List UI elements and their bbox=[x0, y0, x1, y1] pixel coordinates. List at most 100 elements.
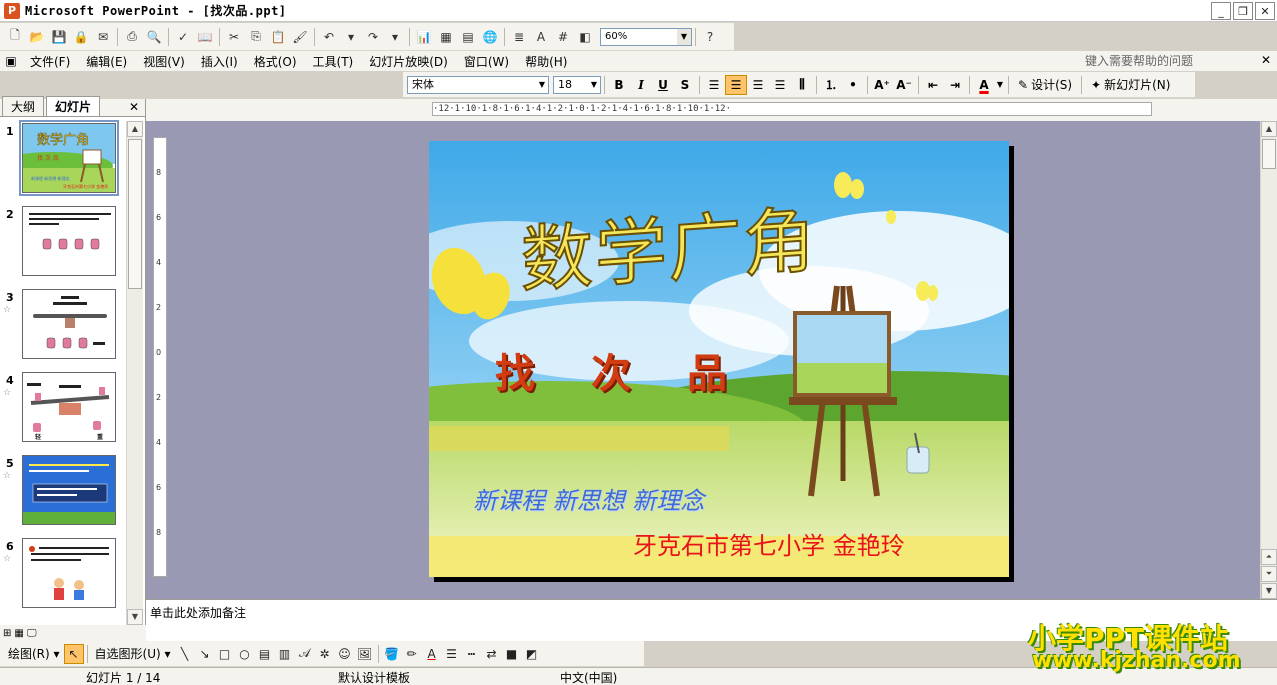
align-center-icon[interactable]: ☰ bbox=[725, 74, 747, 95]
draw-menu[interactable]: 绘图(R) ▾ bbox=[4, 645, 64, 662]
undo-icon[interactable]: ↶ bbox=[318, 26, 340, 48]
copy-icon[interactable]: ⎘ bbox=[245, 26, 267, 48]
arrow-icon[interactable]: ↘ bbox=[195, 644, 215, 664]
editor-scrollbar[interactable]: ▲ ⏶ ⏷ ▼ bbox=[1260, 121, 1277, 599]
italic-button[interactable]: I bbox=[630, 75, 652, 95]
slide-thumbnail[interactable] bbox=[22, 206, 116, 276]
font-color-icon[interactable]: A bbox=[973, 75, 995, 95]
zoom-select[interactable]: 60% ▼ bbox=[600, 27, 692, 46]
open-icon[interactable]: 📂 bbox=[26, 26, 48, 48]
font-select[interactable]: 宋体 ▼ bbox=[407, 75, 549, 94]
slide-sorter-icon[interactable]: ▦ bbox=[14, 628, 23, 639]
insert-hyperlink-icon[interactable]: 🌐 bbox=[479, 26, 501, 48]
menu-help[interactable]: 帮助(H) bbox=[517, 53, 575, 70]
print-icon[interactable]: ⎙ bbox=[121, 26, 143, 48]
slide-thumb-row[interactable]: 5 ☆ bbox=[0, 453, 126, 536]
show-grid-icon[interactable]: # bbox=[552, 26, 574, 48]
increase-indent-icon[interactable]: ⇥ bbox=[944, 75, 966, 95]
tables-borders-icon[interactable]: ▤ bbox=[457, 26, 479, 48]
design-button[interactable]: ✎ 设计(S) bbox=[1012, 76, 1078, 93]
oval-icon[interactable]: ○ bbox=[235, 644, 255, 664]
decrease-indent-icon[interactable]: ⇤ bbox=[922, 75, 944, 95]
dash-style-icon[interactable]: ┅ bbox=[462, 644, 482, 664]
justify-icon[interactable]: ☰ bbox=[769, 75, 791, 95]
save-icon[interactable]: 💾 bbox=[48, 26, 70, 48]
bullets-icon[interactable]: • bbox=[842, 75, 864, 95]
scroll-up-icon[interactable]: ▲ bbox=[1261, 121, 1277, 137]
redo-icon[interactable]: ↷ bbox=[362, 26, 384, 48]
slide-thumb-row[interactable]: 2 bbox=[0, 204, 126, 287]
permission-icon[interactable]: 🔒 bbox=[70, 26, 92, 48]
normal-view-icon[interactable]: ⊞ bbox=[3, 628, 11, 639]
document-icon[interactable]: ▣ bbox=[0, 54, 22, 68]
fill-color-icon[interactable]: 🪣 bbox=[382, 644, 402, 664]
menu-format[interactable]: 格式(O) bbox=[246, 53, 305, 70]
slide-thumbnail[interactable]: 数学广角 找 次 品 新课程 新思想 新理念 牙克石市第七小学 金艳玲 bbox=[19, 120, 119, 196]
wordart-icon[interactable]: 𝒜 bbox=[295, 644, 315, 664]
menu-view[interactable]: 视图(V) bbox=[135, 53, 193, 70]
rectangle-icon[interactable]: □ bbox=[215, 644, 235, 664]
menu-file[interactable]: 文件(F) bbox=[22, 53, 78, 70]
diagram-icon[interactable]: ✲ bbox=[315, 644, 335, 664]
select-pointer-icon[interactable]: ↖ bbox=[63, 643, 84, 664]
chevron-down-icon[interactable]: ▼ bbox=[995, 75, 1005, 95]
shadow-style-icon[interactable]: ■ bbox=[502, 644, 522, 664]
distributed-icon[interactable]: ⫼ bbox=[791, 75, 813, 95]
print-preview-icon[interactable]: 🔍 bbox=[143, 26, 165, 48]
scroll-up-icon[interactable]: ▲ bbox=[127, 121, 143, 137]
slideshow-view-icon[interactable]: 🖵 bbox=[27, 628, 37, 639]
show-formatting-icon[interactable]: A bbox=[530, 26, 552, 48]
3d-style-icon[interactable]: ◩ bbox=[522, 644, 542, 664]
slide-thumbnail[interactable] bbox=[22, 289, 116, 359]
help-icon[interactable]: ? bbox=[699, 26, 721, 48]
tab-outline[interactable]: 大纲 bbox=[2, 96, 45, 116]
slide-motto[interactable]: 新课程 新思想 新理念 bbox=[473, 481, 704, 516]
slide-thumbnail[interactable] bbox=[22, 455, 116, 525]
scroll-down-icon[interactable]: ▼ bbox=[1261, 583, 1277, 599]
vertical-textbox-icon[interactable]: ▥ bbox=[275, 644, 295, 664]
bold-button[interactable]: B bbox=[608, 75, 630, 95]
underline-button[interactable]: U bbox=[652, 75, 674, 95]
align-right-icon[interactable]: ☰ bbox=[747, 75, 769, 95]
decrease-font-icon[interactable]: A⁻ bbox=[893, 75, 915, 95]
cut-icon[interactable]: ✂ bbox=[223, 26, 245, 48]
menu-slideshow[interactable]: 幻灯片放映(D) bbox=[361, 53, 456, 70]
slide-thumbnail[interactable]: 轻 重 bbox=[22, 372, 116, 442]
menu-window[interactable]: 窗口(W) bbox=[456, 53, 517, 70]
font-color-icon[interactable]: A bbox=[422, 644, 442, 664]
numbering-icon[interactable]: ⒈ bbox=[820, 75, 842, 95]
new-slide-button[interactable]: ✦ 新幻灯片(N) bbox=[1085, 76, 1176, 93]
format-painter-icon[interactable]: 🖌 bbox=[289, 26, 311, 48]
increase-font-icon[interactable]: A⁺ bbox=[871, 75, 893, 95]
menu-edit[interactable]: 编辑(E) bbox=[78, 53, 135, 70]
autoshapes-menu[interactable]: 自选图形(U) ▾ bbox=[91, 645, 175, 662]
slide-thumb-row[interactable]: 3 ☆ bbox=[0, 287, 126, 370]
color-grayscale-icon[interactable]: ◧ bbox=[574, 26, 596, 48]
research-icon[interactable]: 📖 bbox=[194, 26, 216, 48]
align-left-icon[interactable]: ☰ bbox=[703, 75, 725, 95]
picture-icon[interactable]: 🖼 bbox=[355, 644, 375, 664]
slide-subtitle[interactable]: 找次品 bbox=[495, 341, 783, 399]
insert-chart-icon[interactable]: 📊 bbox=[413, 26, 435, 48]
close-button[interactable]: ✕ bbox=[1255, 2, 1275, 20]
prev-slide-icon[interactable]: ⏶ bbox=[1261, 549, 1277, 565]
paste-icon[interactable]: 📋 bbox=[267, 26, 289, 48]
expand-all-icon[interactable]: ≣ bbox=[508, 26, 530, 48]
slide-title[interactable]: 数学广角 bbox=[520, 181, 818, 307]
chevron-down-icon[interactable]: ▼ bbox=[588, 77, 600, 93]
menu-tools[interactable]: 工具(T) bbox=[305, 53, 362, 70]
slide-thumb-row[interactable]: 1 数学广角 找 次 品 新课程 新思想 新理念 牙克石市第七小学 金艳玲 bbox=[0, 120, 126, 204]
menu-insert[interactable]: 插入(I) bbox=[193, 53, 246, 70]
next-slide-icon[interactable]: ⏷ bbox=[1261, 566, 1277, 582]
textbox-icon[interactable]: ▤ bbox=[255, 644, 275, 664]
slide-thumbnail[interactable] bbox=[22, 538, 116, 608]
line-icon[interactable]: ╲ bbox=[175, 644, 195, 664]
restore-button[interactable]: ❐ bbox=[1233, 2, 1253, 20]
minimize-button[interactable]: _ bbox=[1211, 2, 1231, 20]
arrow-style-icon[interactable]: ⇄ bbox=[482, 644, 502, 664]
line-style-icon[interactable]: ☰ bbox=[442, 644, 462, 664]
font-size-select[interactable]: 18 ▼ bbox=[553, 75, 601, 94]
scroll-thumb[interactable] bbox=[1262, 139, 1276, 169]
spelling-icon[interactable]: ✓ bbox=[172, 26, 194, 48]
tab-slides[interactable]: 幻灯片 bbox=[46, 96, 101, 116]
